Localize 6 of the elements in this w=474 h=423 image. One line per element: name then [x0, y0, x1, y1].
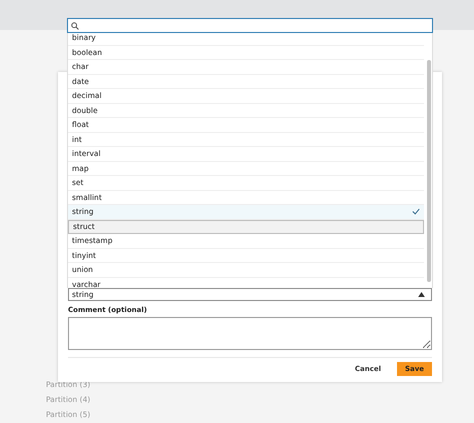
caret-up-icon	[418, 292, 425, 297]
check-icon	[412, 208, 420, 216]
scrollbar[interactable]	[427, 60, 431, 282]
search-icon	[71, 22, 79, 30]
comment-field[interactable]	[68, 317, 432, 350]
search-field[interactable]	[67, 18, 433, 33]
